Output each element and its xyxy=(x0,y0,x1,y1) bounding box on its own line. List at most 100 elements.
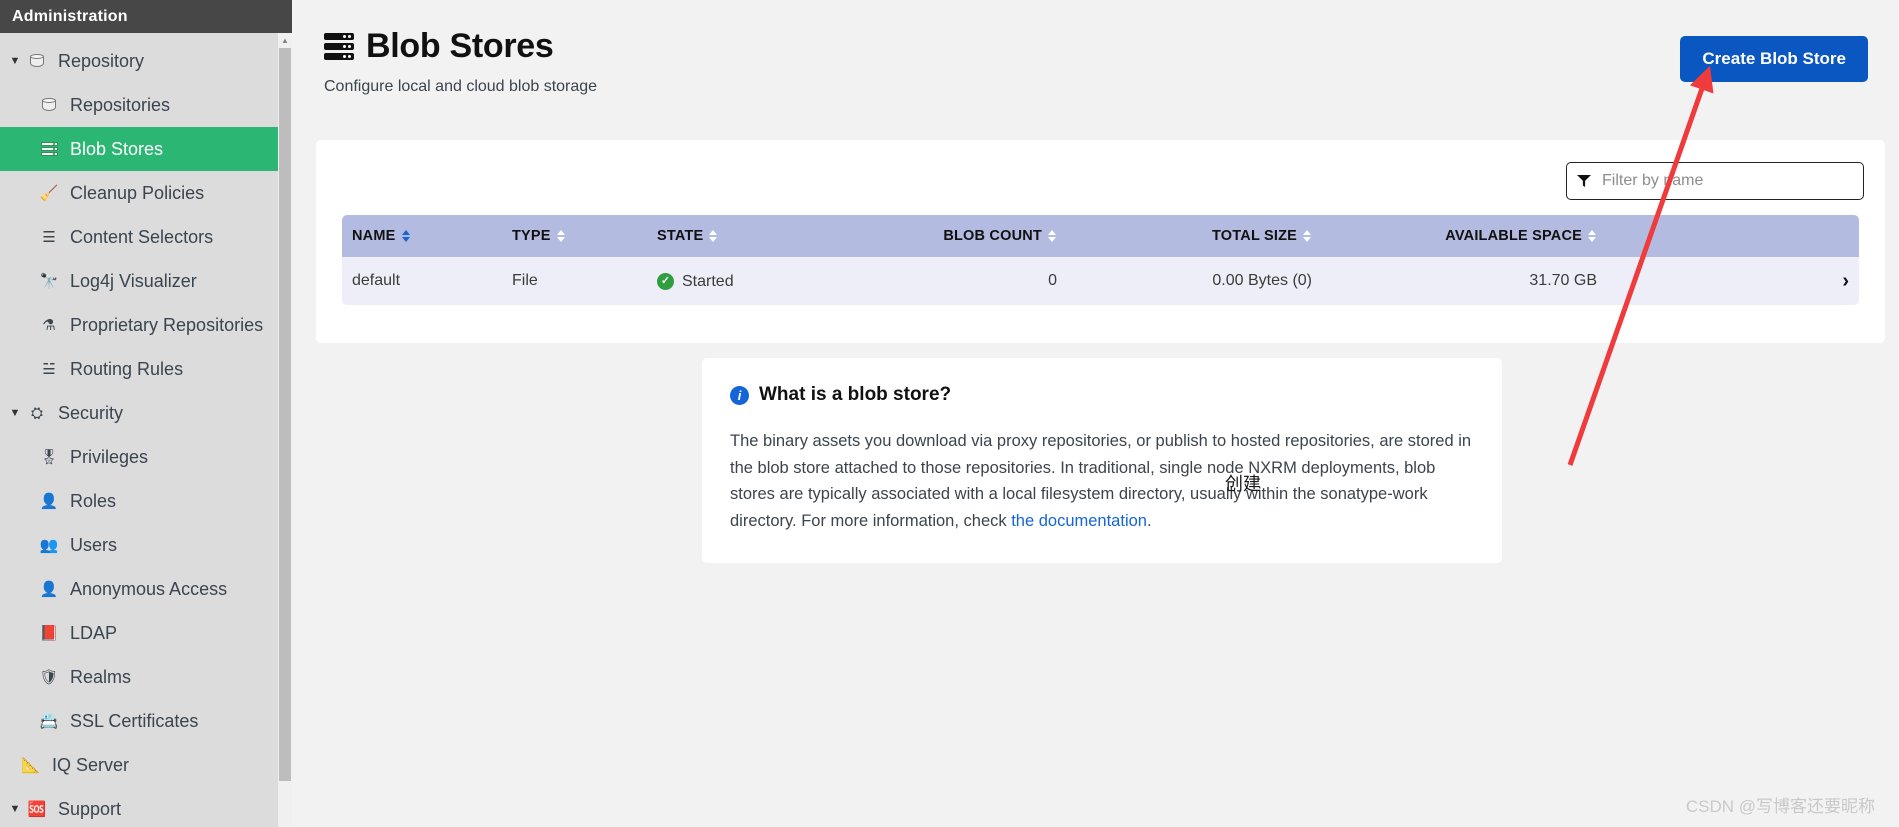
column-header-blob-count[interactable]: BLOB COUNT xyxy=(852,215,1067,257)
column-header-label: AVAILABLE SPACE xyxy=(1445,228,1582,244)
sidebar-item-cleanup-policies[interactable]: 🧹 Cleanup Policies xyxy=(0,171,278,215)
shield-user-icon: ⛭ xyxy=(30,404,43,422)
column-header-type[interactable]: TYPE xyxy=(502,215,647,257)
medal-icon: 🎖 xyxy=(39,448,59,466)
sidebar-item-security[interactable]: ▼ ⛭ Security xyxy=(0,391,278,435)
sidebar-item-label: Realms xyxy=(70,667,132,687)
cell-name: default xyxy=(342,257,502,305)
column-header-label: BLOB COUNT xyxy=(943,228,1042,244)
sidebar-item-label: SSL Certificates xyxy=(70,711,199,731)
sidebar-item-blob-stores[interactable]: Blob Stores xyxy=(0,127,278,171)
chevron-down-icon[interactable]: ▼ xyxy=(6,55,24,67)
address-book-icon: 📕 xyxy=(39,624,59,642)
chevron-down-icon[interactable]: ▼ xyxy=(6,803,24,815)
column-header-actions xyxy=(1607,215,1859,257)
binoculars-icon: 🔭 xyxy=(39,272,59,290)
table-header-row: NAME TYPE STATE BLOB COUNT TOTAL SIZE AVAILAB… xyxy=(342,215,1859,257)
layers-icon: ☰ xyxy=(42,228,56,246)
column-header-label: TOTAL SIZE xyxy=(1212,228,1297,244)
sidebar-item-privileges[interactable]: 🎖 Privileges xyxy=(0,435,278,479)
sort-toggle-icon[interactable] xyxy=(401,229,411,243)
sidebar-nav-list: ▼ Repository Repositories Blob Stores 🧹 Clean… xyxy=(0,33,278,827)
sidebar-item-label: LDAP xyxy=(70,623,118,643)
lifebuoy-icon: 🆘 xyxy=(27,800,47,818)
sidebar-item-label: Users xyxy=(70,535,118,555)
iq-server-icon: 📐 xyxy=(21,756,41,774)
sidebar-item-ssl-certificates[interactable]: 📇 SSL Certificates xyxy=(0,699,278,743)
info-body-text-2: . xyxy=(1146,512,1152,531)
info-circle-icon: i xyxy=(730,385,749,405)
sidebar-item-repositories[interactable]: Repositories xyxy=(0,83,278,127)
sidebar-item-routing-rules[interactable]: ☱ Routing Rules xyxy=(0,347,278,391)
filter-input[interactable] xyxy=(1600,171,1853,191)
sidebar-scrollbar-thumb[interactable] xyxy=(279,48,291,781)
sidebar-header: Administration xyxy=(0,0,292,33)
cell-total-size-text: 0.00 Bytes (0) xyxy=(1212,272,1312,289)
sidebar-header-title: Administration xyxy=(12,7,128,25)
sidebar-item-log4j-visualizer[interactable]: 🔭 Log4j Visualizer xyxy=(0,259,278,303)
users-icon: 👥 xyxy=(39,536,59,554)
sort-toggle-icon[interactable] xyxy=(1048,229,1057,243)
sidebar-item-repository[interactable]: ▼ Repository xyxy=(0,39,278,83)
column-header-label: STATE xyxy=(657,228,704,244)
sidebar-item-label: Support xyxy=(58,799,122,819)
table-body: default File ✓ Started 0 0.00 Bytes (0) 31.70 … xyxy=(342,257,1859,305)
column-header-label: NAME xyxy=(352,228,396,244)
cell-state: ✓ Started xyxy=(647,257,852,305)
table-row[interactable]: default File ✓ Started 0 0.00 Bytes (0) 31.70 … xyxy=(342,257,1859,305)
page-title: Blob Stores xyxy=(324,27,597,66)
sort-toggle-icon[interactable] xyxy=(556,229,566,243)
documentation-link[interactable]: the documentation xyxy=(1011,512,1147,530)
column-header-name[interactable]: NAME xyxy=(342,215,502,257)
row-detail-button[interactable]: › xyxy=(1607,257,1859,305)
sidebar-item-users[interactable]: 👥 Users xyxy=(0,523,278,567)
sort-toggle-icon[interactable] xyxy=(709,229,718,243)
cell-total-size: 0.00 Bytes (0) xyxy=(1067,257,1322,305)
server-stack-icon xyxy=(324,32,354,61)
shield-icon: 🛡 xyxy=(39,668,59,686)
sidebar: Administration ▼ Repository Repositories Bl… xyxy=(0,0,292,827)
sidebar-item-anonymous-access[interactable]: 👤 Anonymous Access xyxy=(0,567,278,611)
info-panel-heading: i What is a blob store? xyxy=(730,384,1474,406)
scroll-up-arrow-icon[interactable]: ▲ xyxy=(278,33,292,47)
create-blob-store-button[interactable]: Create Blob Store xyxy=(1680,36,1868,82)
cell-name-text: default xyxy=(352,272,401,289)
sidebar-item-label: Repositories xyxy=(70,95,171,115)
sidebar-item-label: Blob Stores xyxy=(70,139,164,159)
blob-stores-card: NAME TYPE STATE BLOB COUNT TOTAL SIZE AVAILAB… xyxy=(316,140,1885,343)
cell-available-space-text: 31.70 GB xyxy=(1529,272,1597,289)
chevron-down-icon[interactable]: ▼ xyxy=(6,407,24,419)
sidebar-item-realms[interactable]: 🛡 Realms xyxy=(0,655,278,699)
sidebar-item-proprietary-repositories[interactable]: ⚗ Proprietary Repositories xyxy=(0,303,278,347)
check-circle-icon: ✓ xyxy=(657,273,674,291)
column-header-available-space[interactable]: AVAILABLE SPACE xyxy=(1322,215,1607,257)
cell-blob-count-text: 0 xyxy=(1048,272,1057,289)
sidebar-item-label: Repository xyxy=(58,51,145,71)
cell-type-text: File xyxy=(512,272,538,289)
page-subtitle: Configure local and cloud blob storage xyxy=(324,78,598,95)
column-header-state[interactable]: STATE xyxy=(647,215,852,257)
page-title-text: Blob Stores xyxy=(366,27,554,65)
column-header-total-size[interactable]: TOTAL SIZE xyxy=(1067,215,1322,257)
main-content: Blob Stores Configure local and cloud bl… xyxy=(292,0,1899,827)
filter-by-name-field[interactable] xyxy=(1566,162,1864,200)
sidebar-item-ldap[interactable]: 📕 LDAP xyxy=(0,611,278,655)
blob-store-info-panel: i What is a blob store? The binary asset… xyxy=(702,358,1502,563)
sidebar-item-label: Privileges xyxy=(70,447,149,467)
person-badge-icon: 👤 xyxy=(39,492,59,510)
cell-type: File xyxy=(502,257,647,305)
callout-label: 创建 xyxy=(1225,474,1261,494)
sidebar-nav-scroll-region: ▼ Repository Repositories Blob Stores 🧹 Clean… xyxy=(0,33,278,827)
column-header-label: TYPE xyxy=(512,228,551,244)
blob-stores-table: NAME TYPE STATE BLOB COUNT TOTAL SIZE AVAILAB… xyxy=(342,215,1859,305)
sidebar-item-iq-server[interactable]: 📐 IQ Server xyxy=(0,743,278,787)
sort-toggle-icon[interactable] xyxy=(1303,229,1312,243)
sort-toggle-icon[interactable] xyxy=(1588,229,1597,243)
sidebar-item-content-selectors[interactable]: ☰ Content Selectors xyxy=(0,215,278,259)
sidebar-item-support[interactable]: ▼ 🆘 Support xyxy=(0,787,278,827)
sidebar-item-roles[interactable]: 👤 Roles xyxy=(0,479,278,523)
watermark: CSDN @写博客还要昵称 xyxy=(1685,797,1875,816)
page-header: Blob Stores Configure local and cloud bl… xyxy=(324,27,597,96)
broom-icon: 🧹 xyxy=(39,184,59,202)
chevron-right-icon[interactable]: › xyxy=(1842,270,1849,292)
